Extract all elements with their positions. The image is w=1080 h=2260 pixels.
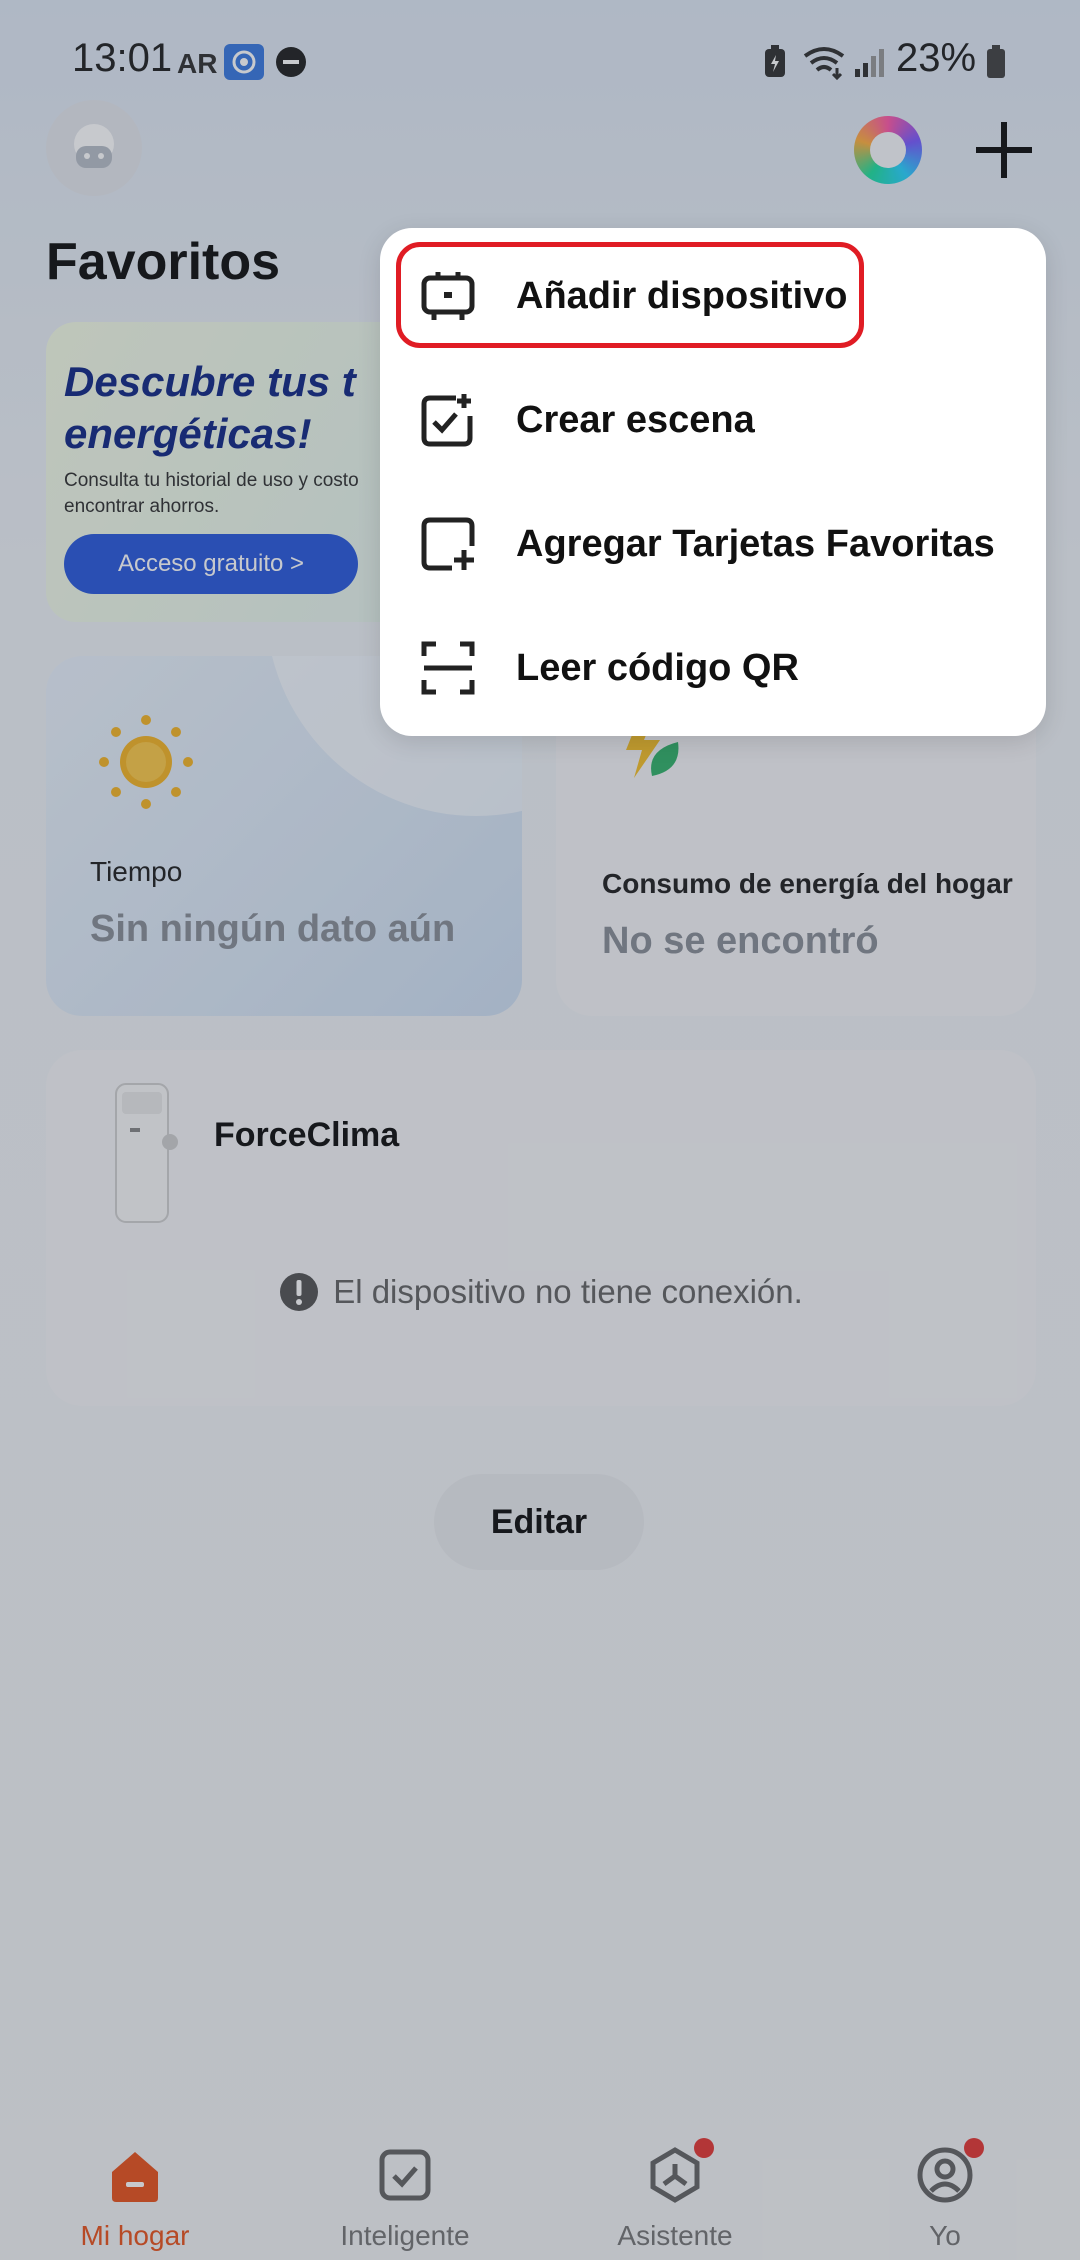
menu-label-create-scene: Crear escena bbox=[516, 398, 755, 441]
add-popup-menu: Añadir dispositivo Crear escena Agregar … bbox=[380, 228, 1046, 736]
card-add-icon bbox=[421, 517, 475, 571]
menu-item-create-scene[interactable]: Crear escena bbox=[380, 358, 1046, 482]
menu-label-scan-qr: Leer código QR bbox=[516, 646, 799, 689]
menu-item-add-device[interactable]: Añadir dispositivo bbox=[380, 234, 1046, 358]
qr-scan-icon bbox=[421, 641, 475, 695]
device-add-icon bbox=[421, 272, 475, 320]
menu-item-add-favorite-cards[interactable]: Agregar Tarjetas Favoritas bbox=[380, 482, 1046, 606]
scene-create-icon bbox=[421, 394, 473, 447]
menu-label-add-favorite-cards: Agregar Tarjetas Favoritas bbox=[516, 522, 995, 565]
menu-item-scan-qr[interactable]: Leer código QR bbox=[380, 606, 1046, 730]
menu-label-add-device: Añadir dispositivo bbox=[516, 274, 848, 317]
